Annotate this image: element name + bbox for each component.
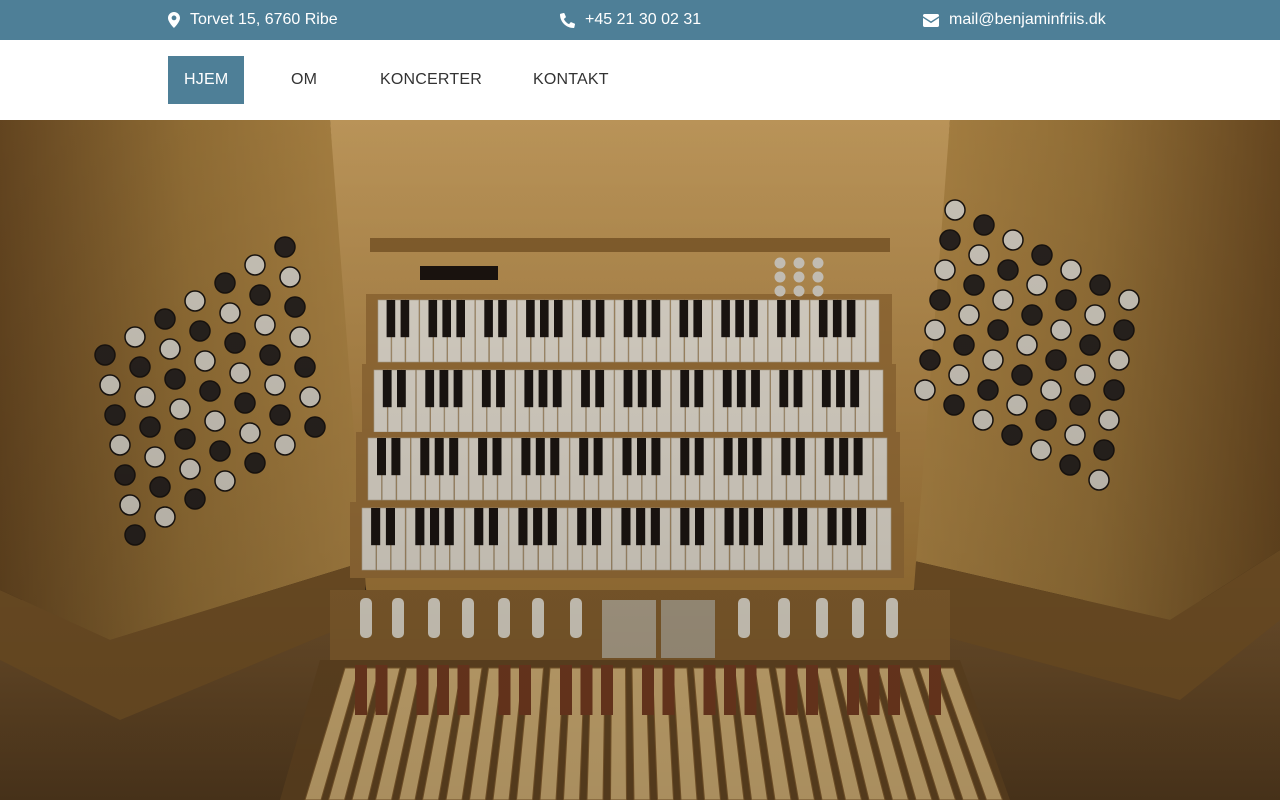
phone-item[interactable]: +45 21 30 02 31 (560, 0, 701, 40)
hero-image (0, 120, 1280, 800)
nav-item-kontakt[interactable]: KONTAKT (533, 56, 609, 104)
address-item: Torvet 15, 6760 Ribe (168, 0, 338, 40)
map-marker-icon (168, 12, 180, 28)
main-nav: HJEM OM KONCERTER KONTAKT (0, 40, 1280, 120)
email-link[interactable]: mail@benjaminfriis.dk (949, 11, 1106, 29)
envelope-icon (923, 13, 939, 27)
address-text: Torvet 15, 6760 Ribe (190, 11, 338, 28)
contact-bar: Torvet 15, 6760 Ribe +45 21 30 02 31 mai… (0, 0, 1280, 40)
organ-illustration (0, 120, 1280, 800)
nav-item-koncerter[interactable]: KONCERTER (380, 56, 482, 104)
email-item[interactable]: mail@benjaminfriis.dk (923, 0, 1106, 40)
hero-overlay (0, 120, 1280, 800)
nav-item-om[interactable]: OM (291, 56, 317, 104)
nav-item-hjem[interactable]: HJEM (168, 56, 245, 104)
phone-icon (560, 12, 575, 28)
phone-link[interactable]: +45 21 30 02 31 (585, 11, 701, 29)
